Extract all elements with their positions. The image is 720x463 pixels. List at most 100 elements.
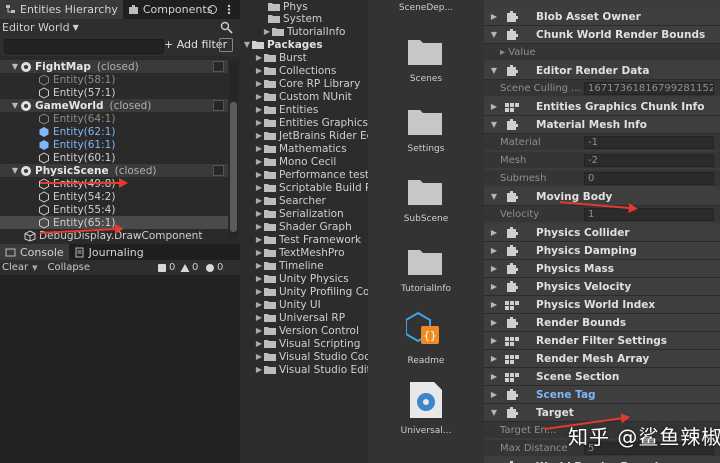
- expand-triangle-icon[interactable]: ▶: [254, 144, 264, 153]
- expand-triangle-icon[interactable]: ▶: [488, 228, 500, 237]
- component-header[interactable]: ▶ Scene Tag: [484, 386, 720, 404]
- component-header[interactable]: ▼ Material Mesh Info: [484, 116, 720, 134]
- entity-row[interactable]: Entity(61:1): [0, 138, 228, 151]
- entity-row[interactable]: Entity(57:1): [0, 86, 228, 99]
- expand-triangle-icon[interactable]: ▶: [254, 261, 264, 270]
- search-icon[interactable]: [220, 21, 233, 34]
- package-row[interactable]: ▶ Universal RP: [240, 311, 345, 324]
- package-row[interactable]: ▶ Visual Scripting: [240, 337, 360, 350]
- component-header[interactable]: ▶ Physics World Index: [484, 296, 720, 314]
- asset-tile[interactable]: Settings: [368, 102, 484, 157]
- expand-triangle-icon[interactable]: ▶: [254, 352, 264, 361]
- expand-triangle-icon[interactable]: ▶: [254, 313, 264, 322]
- expand-triangle-icon[interactable]: ▶: [254, 92, 264, 101]
- component-header[interactable]: ▶World Render Bounds: [484, 458, 720, 463]
- expand-triangle-icon[interactable]: ▶: [254, 287, 264, 296]
- expand-triangle-icon[interactable]: ▶: [488, 354, 500, 363]
- component-header[interactable]: ▶ Physics Velocity: [484, 278, 720, 296]
- expand-triangle-icon[interactable]: ▶: [488, 300, 500, 309]
- expand-triangle-icon[interactable]: ▶: [488, 318, 500, 327]
- world-row-fightmap[interactable]: ▼ FightMap (closed): [0, 60, 228, 73]
- expand-triangle-icon[interactable]: ▶: [254, 118, 264, 127]
- world-row-gameworld[interactable]: ▼ GameWorld (closed): [0, 99, 228, 112]
- package-row[interactable]: ▶ TextMeshPro: [240, 246, 345, 259]
- entity-row[interactable]: Entity(62:1): [0, 125, 228, 138]
- field-value[interactable]: 1: [584, 207, 714, 221]
- field-value[interactable]: -1: [584, 135, 714, 149]
- hierarchy-search-input[interactable]: [4, 39, 164, 54]
- expand-triangle-icon[interactable]: ▶: [254, 170, 264, 179]
- expand-triangle-icon[interactable]: ▶: [254, 274, 264, 283]
- expand-triangle-icon[interactable]: ▼: [488, 192, 500, 201]
- package-row[interactable]: ▶ Entities Graphics: [240, 116, 368, 129]
- expand-triangle-icon[interactable]: ▶: [254, 248, 264, 257]
- asset-tile[interactable]: SceneDep...: [368, 3, 484, 13]
- component-header[interactable]: ▶ Blob Asset Owner: [484, 8, 720, 26]
- package-row[interactable]: ▶ Mathematics: [240, 142, 347, 155]
- asset-tile[interactable]: {} Readme: [368, 310, 484, 368]
- package-row[interactable]: ▶ Test Framework: [240, 233, 361, 246]
- expand-triangle-icon[interactable]: ▶: [262, 27, 272, 36]
- clear-button[interactable]: Clear: [2, 262, 28, 273]
- expand-triangle-icon[interactable]: ▼: [488, 66, 500, 75]
- chevron-down-icon[interactable]: ▼: [32, 264, 37, 272]
- package-row[interactable]: ▶ Version Control: [240, 324, 359, 337]
- field-value[interactable]: 16717361816799281152: [584, 81, 714, 95]
- expand-triangle-icon[interactable]: ▶: [488, 336, 500, 345]
- component-header[interactable]: ▼ Chunk World Render Bounds: [484, 26, 720, 44]
- asset-tile[interactable]: Universal...: [368, 378, 484, 438]
- package-row[interactable]: ▶ Shader Graph: [240, 220, 352, 233]
- package-row[interactable]: ▶ Performance testin: [240, 168, 368, 181]
- world-row-physicscene[interactable]: ▼ PhysicScene (closed): [0, 164, 228, 177]
- add-filter-button[interactable]: + Add filter: [164, 38, 227, 51]
- expand-triangle-icon[interactable]: ▼: [488, 30, 500, 39]
- expand-triangle-icon[interactable]: ▶: [488, 390, 500, 399]
- tab-components[interactable]: Components: [123, 0, 218, 19]
- collapse-button[interactable]: Collapse: [48, 262, 91, 273]
- entity-row[interactable]: Entity(60:1): [0, 151, 228, 164]
- expand-triangle-icon[interactable]: ▶: [254, 183, 264, 192]
- expand-triangle-icon[interactable]: ▶: [254, 196, 264, 205]
- expand-triangle-icon[interactable]: ▶: [254, 79, 264, 88]
- expand-triangle-icon[interactable]: ▶: [254, 235, 264, 244]
- package-row[interactable]: ▶ Visual Studio Edito: [240, 363, 368, 376]
- info-count-toggle[interactable]: 0: [157, 262, 175, 273]
- package-row[interactable]: ▶ JetBrains Rider Edi: [240, 129, 368, 142]
- package-row[interactable]: ▶ Serialization: [240, 207, 344, 220]
- asset-tile[interactable]: SubScene: [368, 172, 484, 227]
- expand-triangle-icon[interactable]: ▶: [254, 339, 264, 348]
- tab-console[interactable]: Console: [0, 244, 69, 260]
- component-header[interactable]: ▶ Scene Section: [484, 368, 720, 386]
- error-count-toggle[interactable]: 0: [205, 262, 223, 273]
- package-row[interactable]: ▶ Visual Studio Code: [240, 350, 368, 363]
- expand-triangle-icon[interactable]: ▶: [254, 209, 264, 218]
- component-header[interactable]: ▶ Render Mesh Array: [484, 350, 720, 368]
- asset-tile[interactable]: Scenes: [368, 32, 484, 87]
- expand-triangle-icon[interactable]: ▼: [242, 40, 252, 49]
- expand-triangle-icon[interactable]: ▶: [254, 131, 264, 140]
- expand-triangle-icon[interactable]: ▶: [488, 12, 500, 21]
- package-row[interactable]: ▶ Timeline: [240, 259, 324, 272]
- expand-triangle-icon[interactable]: ▶: [254, 365, 264, 374]
- package-row[interactable]: ▶ Burst: [240, 51, 307, 64]
- entity-row[interactable]: Entity(64:1): [0, 112, 228, 125]
- expand-triangle-icon[interactable]: ▶: [254, 53, 264, 62]
- package-row[interactable]: ▶ Entities: [240, 103, 318, 116]
- component-header[interactable]: ▶ Physics Collider: [484, 224, 720, 242]
- field-value[interactable]: -2: [584, 153, 714, 167]
- expand-triangle-icon[interactable]: ▶: [254, 66, 264, 75]
- component-header[interactable]: ▶ Entities Graphics Chunk Info: [484, 98, 720, 116]
- scrollbar-thumb[interactable]: [230, 102, 237, 232]
- tab-entities-hierarchy[interactable]: Entities Hierarchy: [0, 0, 123, 19]
- expand-triangle-icon[interactable]: ▶: [254, 326, 264, 335]
- hierarchy-scrollbar[interactable]: [229, 60, 238, 238]
- package-row[interactable]: ▶ Searcher: [240, 194, 326, 207]
- field-value[interactable]: 0: [584, 171, 714, 185]
- component-header[interactable]: ▼ Editor Render Data: [484, 62, 720, 80]
- packages-root-row[interactable]: ▼ Packages: [240, 38, 323, 51]
- package-row[interactable]: ▶ Mono Cecil: [240, 155, 336, 168]
- expand-triangle-icon[interactable]: ▶: [488, 372, 500, 381]
- package-row[interactable]: ▶ Scriptable Build Pi: [240, 181, 368, 194]
- component-header[interactable]: ▶ Render Bounds: [484, 314, 720, 332]
- filter-toggle-icon[interactable]: [219, 38, 233, 52]
